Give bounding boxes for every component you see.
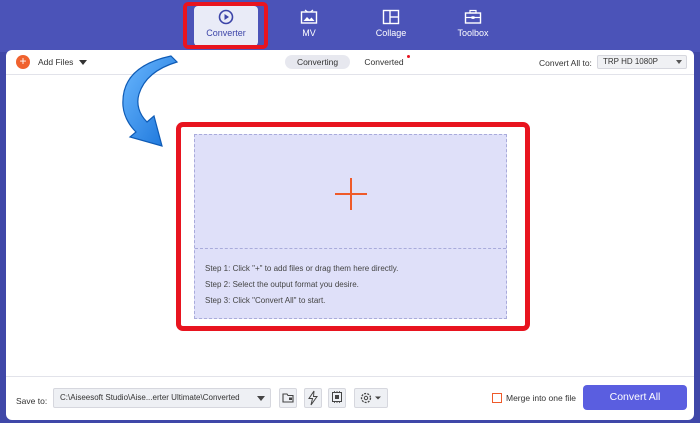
collage-icon [382, 9, 400, 25]
top-nav-bar: Converter MV Collage Toolbox [0, 0, 700, 52]
tab-converted[interactable]: Converted [362, 55, 410, 69]
plus-circle-icon: + [16, 55, 30, 69]
nav-mv[interactable]: MV [277, 6, 341, 46]
tab-converted-label: Converted [364, 57, 404, 67]
convert-all-button[interactable]: Convert All [583, 385, 687, 410]
file-drop-zone[interactable]: Step 1: Click "+" to add files or drag t… [194, 134, 507, 319]
toolbox-icon [464, 9, 482, 24]
save-path-field[interactable]: C:\Aiseesoft Studio\Aise...erter Ultimat… [53, 388, 271, 408]
chevron-down-icon [676, 60, 682, 64]
add-file-plus-icon[interactable] [350, 178, 352, 210]
output-format-value: TRP HD 1080P [603, 57, 658, 66]
step-1-text: Step 1: Click "+" to add files or drag t… [205, 264, 399, 273]
merge-checkbox[interactable] [492, 393, 502, 403]
folder-icon [282, 393, 294, 403]
convert-all-to-label: Convert All to: [539, 58, 592, 68]
chevron-down-icon[interactable] [257, 396, 265, 401]
tab-converting[interactable]: Converting [285, 55, 350, 69]
nav-toolbox-label: Toolbox [457, 28, 489, 38]
annotation-arrow-icon [122, 55, 179, 147]
save-to-label: Save to: [16, 396, 48, 406]
merge-label: Merge into one file [506, 393, 576, 403]
add-files-button[interactable]: + Add Files [16, 54, 88, 70]
gear-icon [360, 392, 381, 404]
step-3-text: Step 3: Click "Convert All" to start. [205, 296, 326, 305]
add-files-label: Add Files [38, 57, 74, 67]
cpu-off-icon [332, 391, 342, 403]
nav-collage-label: Collage [375, 28, 407, 38]
nav-mv-label: MV [302, 28, 316, 38]
notification-dot [407, 55, 410, 58]
merge-option[interactable]: Merge into one file [492, 393, 576, 403]
footer-bar: Save to: C:\Aiseesoft Studio\Aise...erte… [6, 376, 694, 421]
mv-icon [300, 9, 318, 24]
tab-converting-label: Converting [296, 57, 339, 67]
gpu-acceleration-button[interactable] [328, 388, 346, 408]
converter-highlight-box [183, 2, 268, 49]
nav-collage[interactable]: Collage [359, 6, 423, 46]
output-format-select[interactable]: TRP HD 1080P [597, 55, 687, 69]
drop-zone-divider [195, 248, 506, 249]
lightning-off-icon [308, 390, 318, 406]
save-path-value: C:\Aiseesoft Studio\Aise...erter Ultimat… [60, 393, 240, 402]
nav-toolbox[interactable]: Toolbox [441, 6, 505, 46]
step-2-text: Step 2: Select the output format you des… [205, 280, 359, 289]
hardware-acceleration-button[interactable] [304, 388, 322, 408]
settings-button[interactable] [354, 388, 388, 408]
chevron-down-icon[interactable] [79, 59, 88, 65]
open-folder-button[interactable] [279, 388, 297, 408]
